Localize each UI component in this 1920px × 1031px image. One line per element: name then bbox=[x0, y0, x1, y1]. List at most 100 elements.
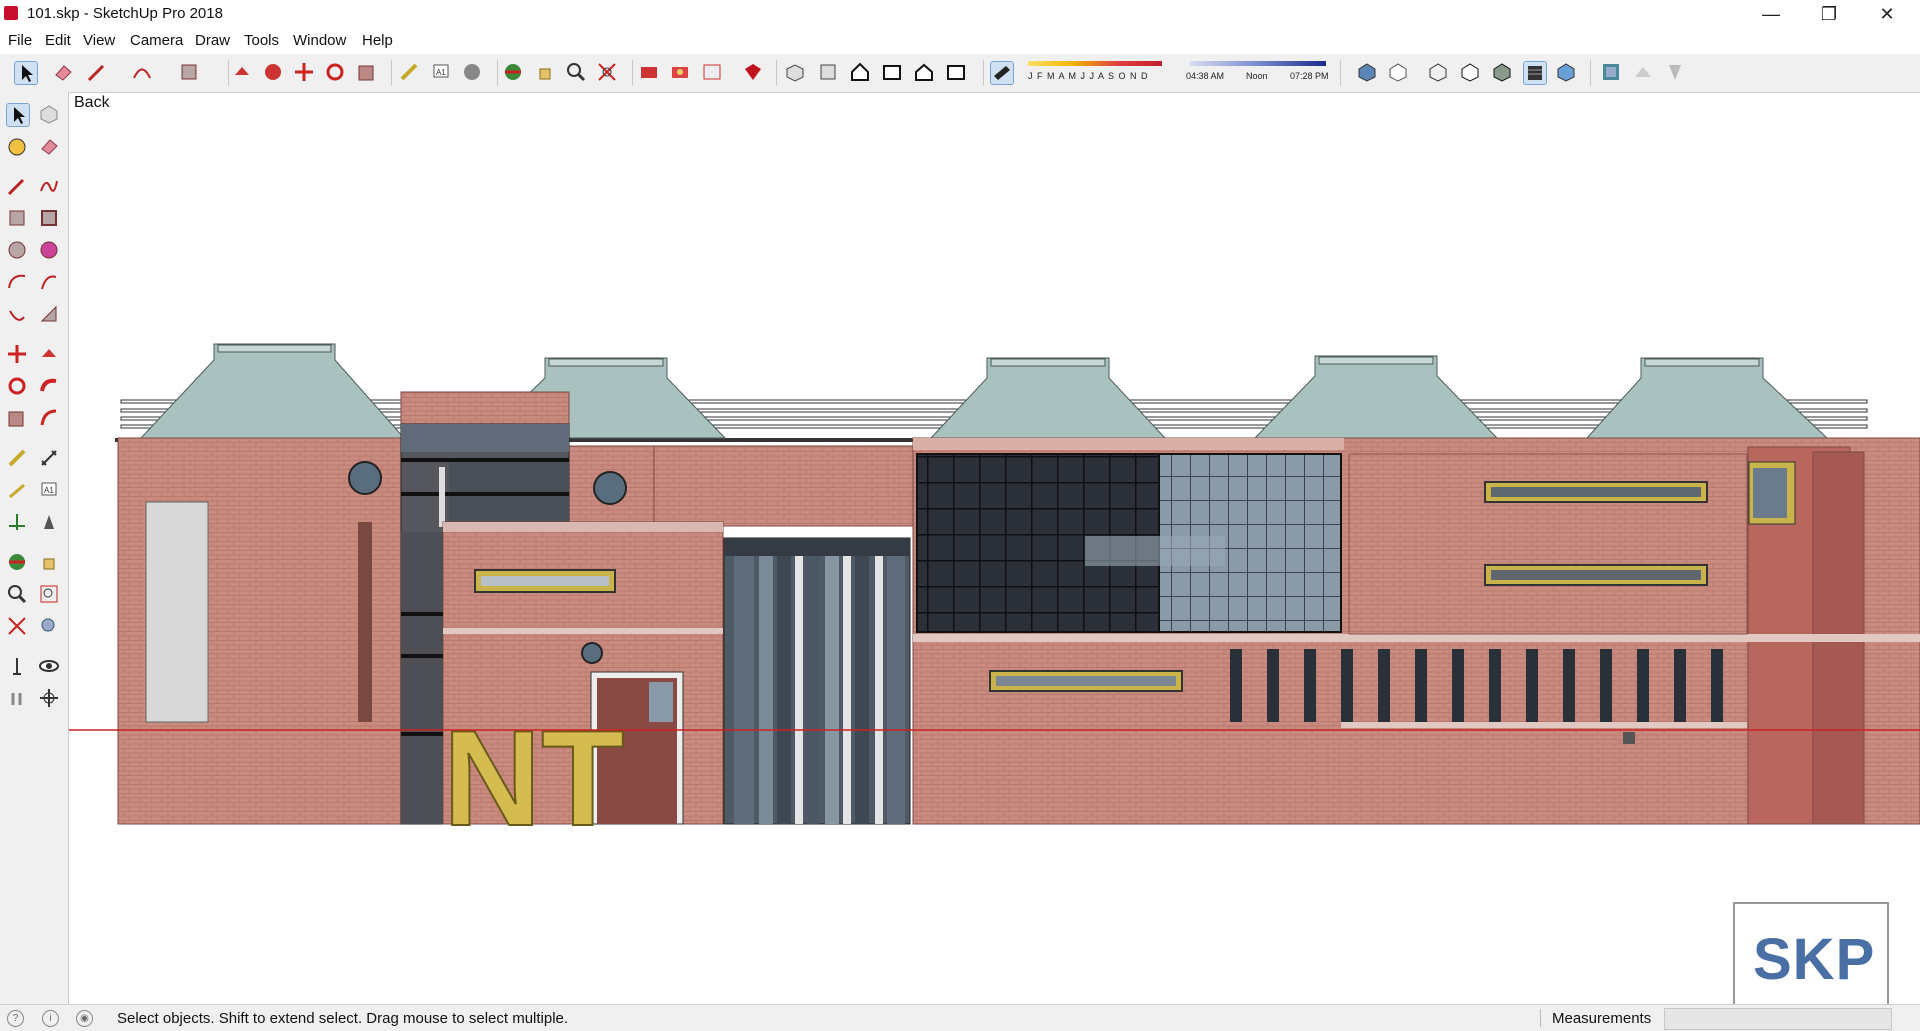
paint-bucket-icon[interactable] bbox=[6, 135, 28, 157]
shaded-style-icon[interactable] bbox=[1491, 61, 1513, 83]
text-tool-icon[interactable]: A1 bbox=[430, 61, 452, 83]
ruby-icon[interactable] bbox=[742, 61, 764, 83]
left-pillar bbox=[358, 522, 372, 722]
menu-view[interactable]: View bbox=[83, 32, 115, 49]
move-icon[interactable] bbox=[6, 343, 28, 365]
arc-icon[interactable] bbox=[6, 271, 28, 293]
eraser-icon[interactable] bbox=[38, 135, 60, 157]
line-icon[interactable] bbox=[6, 175, 28, 197]
right-view-icon[interactable] bbox=[881, 61, 903, 83]
line-tool-icon[interactable] bbox=[86, 61, 108, 83]
menu-tools[interactable]: Tools bbox=[244, 32, 279, 49]
minimize-button[interactable]: — bbox=[1742, 0, 1800, 28]
maximize-button[interactable]: ❐ bbox=[1800, 0, 1858, 28]
extension-warehouse-icon[interactable] bbox=[669, 61, 691, 83]
position-camera-icon[interactable] bbox=[6, 655, 28, 677]
model-viewport[interactable]: NT bbox=[69, 92, 1920, 1004]
dimension-icon[interactable] bbox=[38, 447, 60, 469]
left-view-icon[interactable] bbox=[945, 61, 967, 83]
two-point-arc-icon[interactable] bbox=[38, 271, 60, 293]
freehand-icon[interactable] bbox=[38, 175, 60, 197]
paint-bucket-icon[interactable] bbox=[461, 61, 483, 83]
warehouse-icon[interactable] bbox=[638, 61, 660, 83]
rectangle-tool-icon[interactable] bbox=[178, 61, 200, 83]
walk-icon[interactable] bbox=[6, 687, 28, 709]
hidden-line-style-icon[interactable] bbox=[1459, 61, 1481, 83]
menu-help[interactable]: Help bbox=[362, 32, 393, 49]
zoom-extents-icon[interactable] bbox=[596, 61, 618, 83]
scale-tool-icon[interactable] bbox=[356, 61, 378, 83]
offset-icon[interactable] bbox=[38, 407, 60, 429]
rotated-rectangle-icon[interactable] bbox=[38, 207, 60, 229]
scale-icon[interactable] bbox=[6, 407, 28, 429]
menu-edit[interactable]: Edit bbox=[45, 32, 71, 49]
pie-icon[interactable] bbox=[38, 303, 60, 325]
shadow-month-slider[interactable]: J F M A M J J A S O N D bbox=[1024, 58, 1168, 88]
section-plane-icon[interactable] bbox=[38, 687, 60, 709]
text-icon[interactable]: A1 bbox=[38, 479, 60, 501]
look-around-icon[interactable] bbox=[38, 655, 60, 677]
add-location-icon[interactable] bbox=[1600, 61, 1622, 83]
axes-icon[interactable] bbox=[6, 511, 28, 533]
measurements-input[interactable] bbox=[1664, 1008, 1892, 1030]
follow-me-icon[interactable] bbox=[262, 61, 284, 83]
push-pull-icon[interactable] bbox=[38, 343, 60, 365]
nt-building-sign: NT bbox=[443, 702, 624, 854]
monochrome-style-icon[interactable] bbox=[1555, 61, 1577, 83]
arc-tool-icon[interactable] bbox=[131, 61, 153, 83]
select-icon[interactable] bbox=[6, 103, 30, 127]
building-elevation-drawing: NT bbox=[69, 343, 1920, 855]
top-view-icon[interactable] bbox=[817, 61, 839, 83]
rotate-tool-icon[interactable] bbox=[324, 61, 346, 83]
menu-window[interactable]: Window bbox=[293, 32, 346, 49]
orbit-icon[interactable] bbox=[502, 61, 524, 83]
front-view-icon[interactable] bbox=[849, 61, 871, 83]
geo-location-icon[interactable]: ? bbox=[7, 1010, 24, 1027]
select-tool-icon[interactable] bbox=[14, 61, 38, 85]
close-button[interactable]: ✕ bbox=[1858, 0, 1916, 28]
main-toolbar: A1 J F M A M J J A S O N D 04:38 AM Noon… bbox=[0, 54, 1920, 93]
photo-textures-icon[interactable] bbox=[1664, 61, 1686, 83]
month-labels: J F M A M J J A S O N D bbox=[1028, 71, 1149, 81]
wireframe-style-icon[interactable] bbox=[1427, 61, 1449, 83]
iso-view-icon[interactable] bbox=[784, 61, 806, 83]
move-tool-icon[interactable] bbox=[293, 61, 315, 83]
protractor-icon[interactable] bbox=[6, 479, 28, 501]
round-window-left bbox=[348, 461, 382, 495]
zoom-icon[interactable] bbox=[6, 583, 28, 605]
credits-icon[interactable]: i bbox=[42, 1010, 59, 1027]
share-model-icon[interactable] bbox=[701, 61, 723, 83]
rectangle-icon[interactable] bbox=[6, 207, 28, 229]
tape-measure-icon[interactable] bbox=[6, 447, 28, 469]
shaded-textures-style-icon[interactable] bbox=[1523, 61, 1547, 85]
user-account-icon[interactable]: ◉ bbox=[76, 1010, 93, 1027]
menu-file[interactable]: File bbox=[8, 32, 32, 49]
shadows-toggle-icon[interactable] bbox=[990, 61, 1014, 85]
3d-text-icon[interactable] bbox=[38, 511, 60, 533]
follow-me-icon[interactable] bbox=[38, 375, 60, 397]
menu-draw[interactable]: Draw bbox=[195, 32, 230, 49]
push-pull-icon[interactable] bbox=[231, 61, 253, 83]
zoom-window-icon[interactable] bbox=[38, 583, 60, 605]
eraser-icon[interactable] bbox=[52, 61, 74, 83]
skp-thumbnail-logo: SKP bbox=[1733, 902, 1889, 1020]
polygon-icon[interactable] bbox=[38, 239, 60, 261]
previous-view-icon[interactable] bbox=[38, 615, 60, 637]
pan-icon[interactable] bbox=[38, 551, 60, 573]
roof-skylights bbox=[139, 343, 1829, 439]
rotate-icon[interactable] bbox=[6, 375, 28, 397]
toggle-terrain-icon[interactable] bbox=[1632, 61, 1654, 83]
menu-camera[interactable]: Camera bbox=[130, 32, 183, 49]
circle-icon[interactable] bbox=[6, 239, 28, 261]
shadow-time-slider[interactable]: 04:38 AM Noon 07:28 PM bbox=[1184, 58, 1330, 88]
zoom-extents-icon[interactable] bbox=[6, 615, 28, 637]
orbit-icon[interactable] bbox=[6, 551, 28, 573]
back-edges-style-icon[interactable] bbox=[1387, 61, 1409, 83]
pan-icon[interactable] bbox=[534, 61, 556, 83]
xray-style-icon[interactable] bbox=[1356, 61, 1378, 83]
three-point-arc-icon[interactable] bbox=[6, 303, 28, 325]
back-view-icon[interactable] bbox=[913, 61, 935, 83]
make-component-icon[interactable] bbox=[38, 103, 60, 125]
tape-measure-icon[interactable] bbox=[398, 61, 420, 83]
zoom-icon[interactable] bbox=[565, 61, 587, 83]
